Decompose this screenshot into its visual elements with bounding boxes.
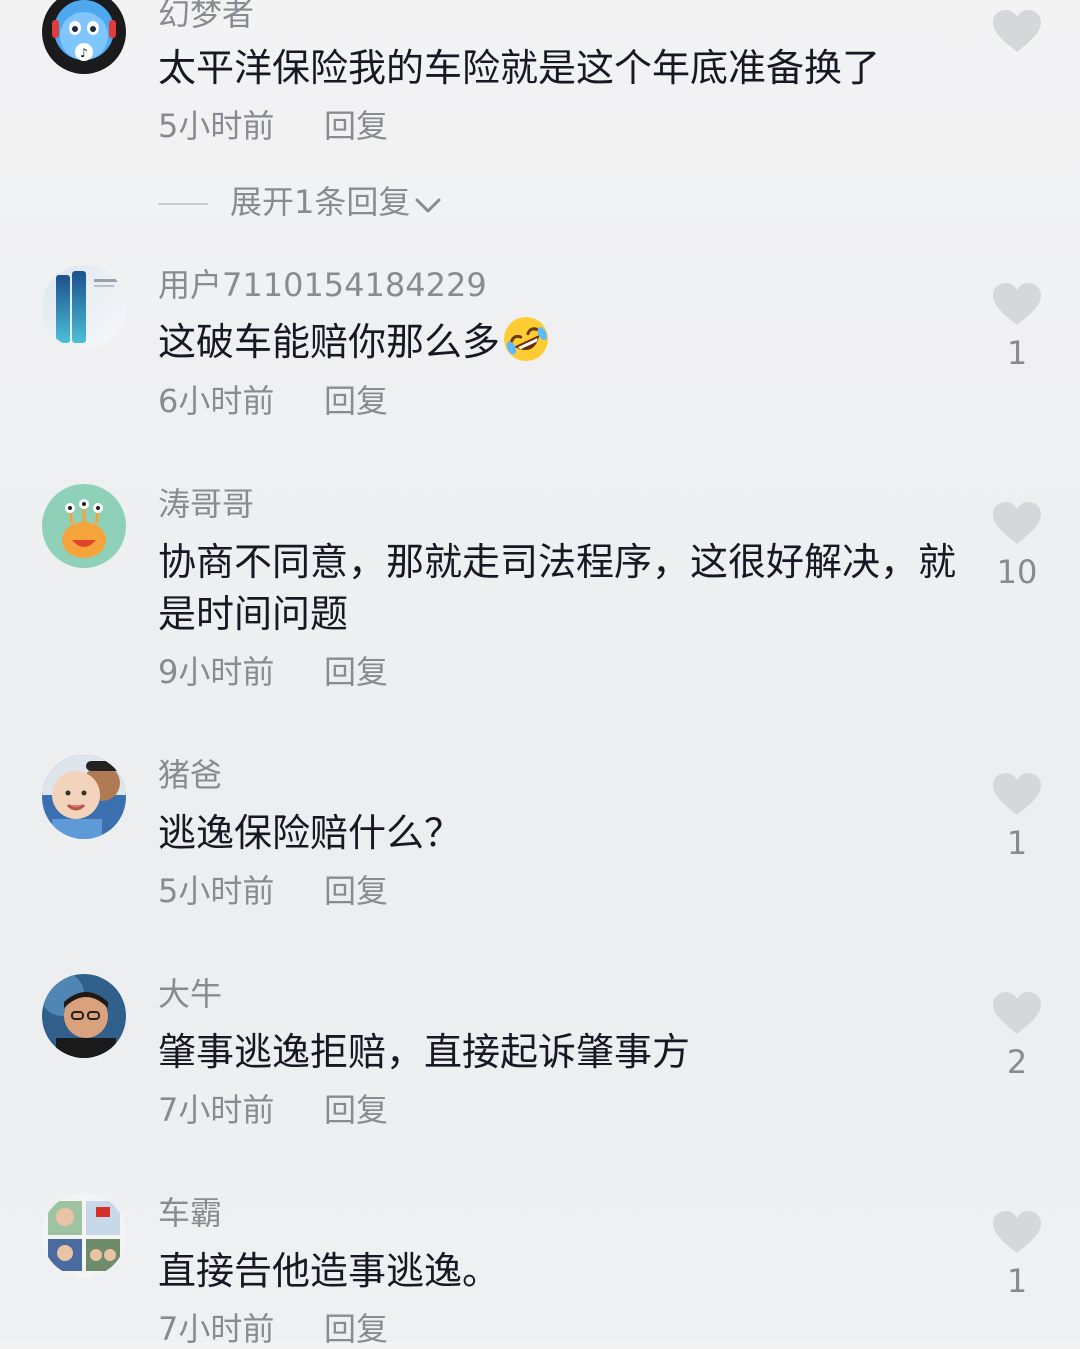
comment-meta: 9小时前 回复: [158, 652, 388, 692]
avatar[interactable]: [42, 1193, 126, 1277]
heart-icon: [993, 10, 1041, 52]
chevron-down-icon: [414, 184, 442, 224]
like-button[interactable]: 2: [990, 992, 1044, 1082]
comment-text: 这破车能赔你那么多: [158, 313, 958, 368]
username[interactable]: 车霸: [158, 1193, 222, 1233]
avatar[interactable]: [42, 755, 126, 839]
comment-time: 5小时前: [158, 872, 275, 910]
reply-button[interactable]: 回复: [324, 381, 388, 421]
comment-text: 肇事逃逸拒赔，直接起诉肇事方: [158, 1030, 691, 1074]
phone-avatar-image: [42, 265, 126, 349]
reply-button[interactable]: 回复: [324, 106, 388, 146]
expand-replies-button[interactable]: 展开1条回复: [158, 182, 442, 222]
heart-icon: [993, 283, 1041, 325]
like-count: 1: [1006, 1262, 1028, 1300]
like-button[interactable]: 1: [990, 773, 1044, 863]
comment-meta: 5小时前 回复: [158, 106, 388, 146]
reply-button[interactable]: 回复: [324, 871, 388, 911]
comment-meta: 5小时前 回复: [158, 871, 388, 911]
username[interactable]: 猪爸: [158, 755, 222, 795]
like-button[interactable]: [990, 10, 1044, 54]
avatar[interactable]: [42, 484, 126, 568]
comment-text: 逃逸保险赔什么？: [158, 811, 463, 855]
comment-text-body: 这破车能赔你那么多: [158, 320, 501, 364]
expand-replies-label: 展开1条回复: [230, 183, 411, 221]
comment-text: 协商不同意，那就走司法程序，这很好解决，就是时间问题: [158, 540, 957, 636]
comment-time: 7小时前: [158, 1091, 275, 1129]
comment-time: 5小时前: [158, 107, 275, 145]
comment-meta: 7小时前 回复: [158, 1090, 388, 1130]
like-count: 1: [1006, 334, 1028, 372]
svg-text:♪: ♪: [80, 46, 88, 60]
comment-meta: 7小时前 回复: [158, 1309, 388, 1349]
username[interactable]: 大牛: [158, 974, 222, 1014]
reply-button[interactable]: 回复: [324, 1309, 388, 1349]
like-button[interactable]: 1: [990, 1211, 1044, 1301]
rofl-emoji-icon: [504, 317, 549, 361]
comment-text: 直接告他造事逃逸。: [158, 1249, 501, 1293]
like-count: 10: [996, 553, 1038, 591]
comment-time: 9小时前: [158, 653, 275, 691]
like-count: 2: [1006, 1043, 1028, 1081]
username[interactable]: 幻梦者: [158, 0, 254, 34]
username[interactable]: 用户7110154184229: [158, 265, 487, 305]
avatar[interactable]: ♪: [42, 0, 126, 74]
comment-text: 太平洋保险我的车险就是这个年底准备换了: [158, 46, 881, 90]
username[interactable]: 涛哥哥: [158, 484, 254, 524]
heart-icon: [993, 773, 1041, 815]
collage-avatar-image: [42, 1193, 126, 1277]
divider-line: [158, 203, 208, 205]
reply-button[interactable]: 回复: [324, 652, 388, 692]
comment-meta: 6小时前 回复: [158, 381, 388, 421]
heart-icon: [993, 1211, 1041, 1253]
like-count: 1: [1006, 824, 1028, 862]
like-button[interactable]: 10: [990, 502, 1044, 592]
comment-time: 7小时前: [158, 1310, 275, 1348]
man-photo-avatar-image: [42, 974, 126, 1058]
heart-icon: [993, 992, 1041, 1034]
avatar[interactable]: [42, 974, 126, 1058]
comment-time: 6小时前: [158, 382, 275, 420]
reply-button[interactable]: 回复: [324, 1090, 388, 1130]
baby-photo-avatar-image: [42, 755, 126, 839]
monster-avatar-image: [42, 484, 126, 568]
like-button[interactable]: 1: [990, 283, 1044, 373]
blue-robot-avatar-image: ♪: [42, 0, 126, 74]
heart-icon: [993, 502, 1041, 544]
avatar[interactable]: [42, 265, 126, 349]
